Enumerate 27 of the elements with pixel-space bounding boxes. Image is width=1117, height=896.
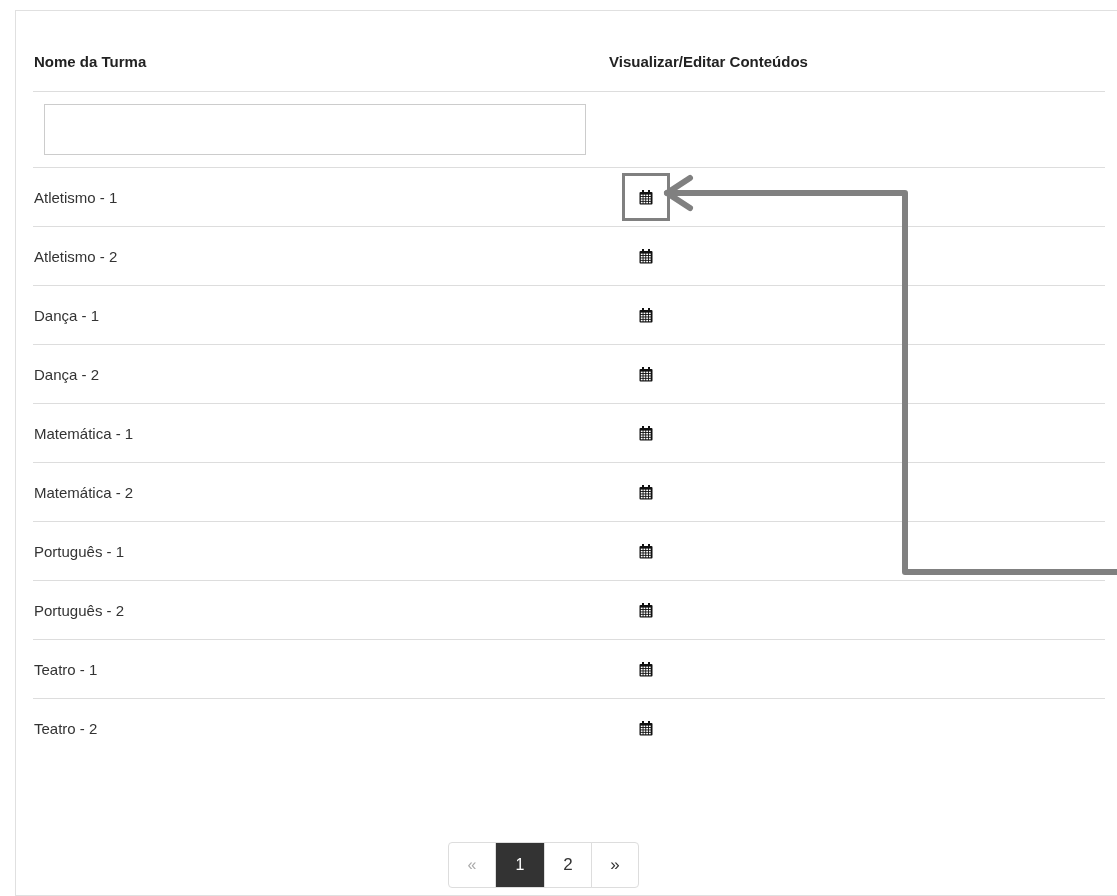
page-button[interactable]: 2 <box>544 842 592 888</box>
table-cell-text: Português - 1 <box>33 541 126 562</box>
next-page-button[interactable]: » <box>591 842 639 888</box>
table-cell-text: Português - 2 <box>33 600 126 621</box>
calendar-icon <box>639 248 653 264</box>
table-cell-text: Atletismo - 2 <box>33 246 119 267</box>
calendar-icon <box>639 425 653 441</box>
calendar-icon <box>639 366 653 382</box>
column-header: Nome da Turma <box>33 51 148 72</box>
column-header: Visualizar/Editar Conteúdos <box>608 51 809 72</box>
filter-field[interactable] <box>44 104 586 155</box>
table-cell-text: Atletismo - 1 <box>33 187 119 208</box>
calendar-icon <box>639 307 653 323</box>
calendar-icon <box>639 484 653 500</box>
calendar-icon <box>639 602 653 618</box>
calendar-icon <box>639 661 653 677</box>
table-cell-text: Matemática - 1 <box>33 423 135 444</box>
calendar-icon <box>639 543 653 559</box>
table-cell-text: Dança - 2 <box>33 364 101 385</box>
table-cell-text: Dança - 1 <box>33 305 101 326</box>
table-cell-text: Teatro - 2 <box>33 718 99 739</box>
table-cell-text: Teatro - 1 <box>33 659 99 680</box>
calendar-button[interactable] <box>622 173 670 221</box>
calendar-icon <box>639 189 653 205</box>
calendar-icon <box>639 720 653 736</box>
page-button[interactable]: 1 <box>495 842 545 888</box>
table-cell-text: Matemática - 2 <box>33 482 135 503</box>
